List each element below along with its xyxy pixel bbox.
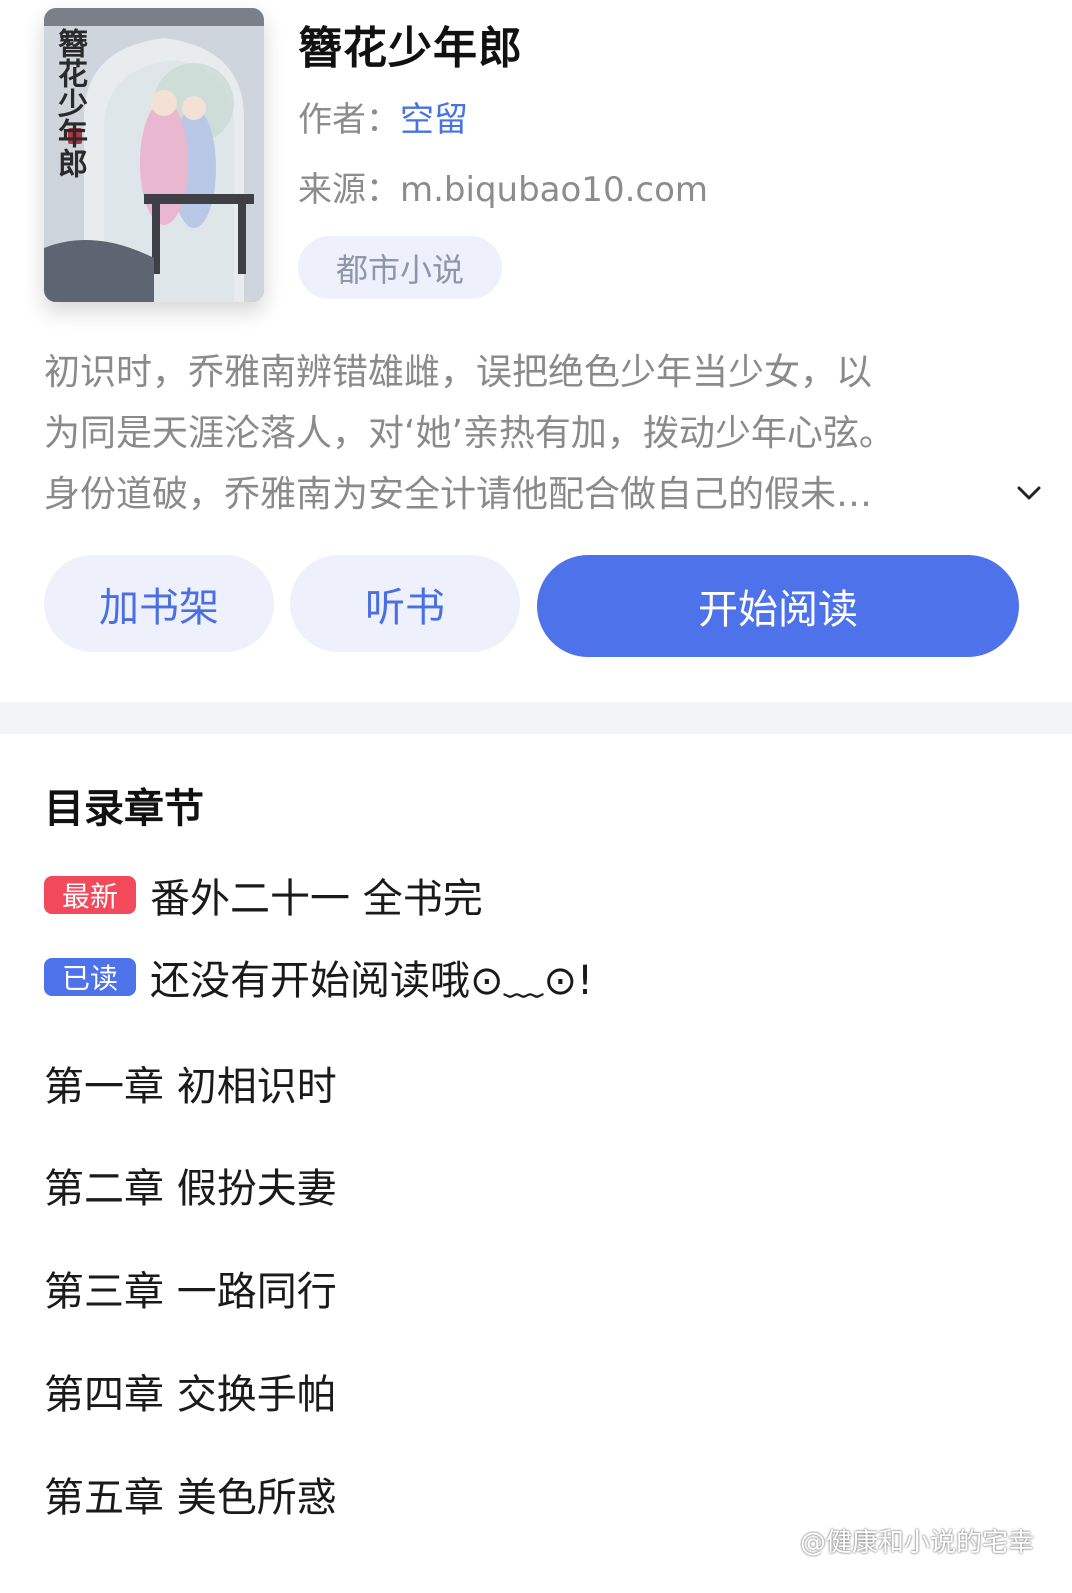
author-link[interactable]: 空留 xyxy=(400,100,468,140)
latest-chapter-row[interactable]: 最新 番外二十一 全书完 xyxy=(44,866,483,924)
catalog-title: 目录章节 xyxy=(44,786,204,832)
book-title: 簪花少年郎 xyxy=(298,23,523,74)
read-status-row[interactable]: 已读 还没有开始阅读哦⊙﹏⊙! xyxy=(44,948,593,1006)
source-label: 来源： xyxy=(298,170,400,210)
author-label: 作者： xyxy=(298,100,400,140)
author-row: 作者：空留 xyxy=(298,92,468,141)
latest-chapter-title: 番外二十一 全书完 xyxy=(150,876,483,922)
chapter-item[interactable]: 第五章 美色所惑 xyxy=(44,1465,337,1523)
description-line: 为同是天涯沦落人，对‘她’亲热有加，拨动少年心弦。 xyxy=(44,413,895,454)
source-value: m.biqubao10.com xyxy=(400,170,708,210)
book-description[interactable]: 初识时，乔雅南辨错雄雌，误把绝色少年当少女，以 为同是天涯沦落人，对‘她’亲热有… xyxy=(44,342,1004,525)
source-row: 来源：m.biqubao10.com xyxy=(298,162,708,211)
description-line: 初识时，乔雅南辨错雄雌，误把绝色少年当少女，以 xyxy=(44,352,873,393)
chapter-item[interactable]: 第四章 交换手帕 xyxy=(44,1362,337,1420)
watermark-text: @健康和小说的宅幸 xyxy=(800,1528,1035,1558)
chapter-item[interactable]: 第一章 初相识时 xyxy=(44,1054,337,1112)
cover-title: 簪花少年郎 xyxy=(52,28,87,178)
description-line: 身份道破，乔雅南为安全计请他配合做自己的假未… xyxy=(44,474,873,515)
latest-badge: 最新 xyxy=(44,876,136,914)
genre-tag[interactable]: 都市小说 xyxy=(298,236,502,299)
weibo-icon xyxy=(760,1526,796,1561)
start-reading-button[interactable]: 开始阅读 xyxy=(537,555,1019,657)
chevron-down-icon[interactable] xyxy=(1012,476,1046,510)
section-divider xyxy=(0,702,1072,734)
add-to-shelf-button[interactable]: 加书架 xyxy=(44,555,274,652)
read-badge: 已读 xyxy=(44,958,136,996)
chapter-item[interactable]: 第二章 假扮夫妻 xyxy=(44,1156,337,1214)
listen-button[interactable]: 听书 xyxy=(290,555,520,652)
chapter-item[interactable]: 第三章 一路同行 xyxy=(44,1259,337,1317)
read-status-text: 还没有开始阅读哦⊙﹏⊙! xyxy=(150,958,594,1004)
book-cover[interactable]: 簪花少年郎 xyxy=(44,8,264,302)
watermark: @健康和小说的宅幸 xyxy=(760,1522,1034,1561)
